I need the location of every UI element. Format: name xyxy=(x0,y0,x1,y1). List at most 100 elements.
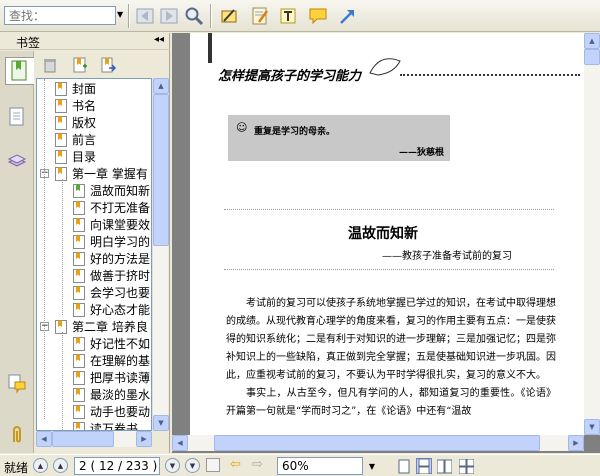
bookmark-label: 前言 xyxy=(72,133,97,147)
bookmark-item[interactable]: 最淡的墨水 xyxy=(73,386,150,403)
scroll-thumb[interactable] xyxy=(214,435,540,451)
expand-bookmark-button[interactable] xyxy=(98,55,118,75)
document-vertical-scrollbar[interactable]: ▲ ▼ xyxy=(584,33,600,435)
scroll-down-button[interactable]: ▼ xyxy=(153,415,169,431)
document-page[interactable]: 怎样提高孩子的学习能力 ☺ 重复是学习的母亲。 ——狄慈根 温故而知新 ——教孩… xyxy=(190,33,584,435)
bookmark-item[interactable]: 做善于挤时 xyxy=(73,267,150,284)
annotate-icon[interactable] xyxy=(249,5,271,27)
bookmark-label: 封面 xyxy=(72,82,97,96)
bookmark-label: 第二章 培养良 xyxy=(72,320,148,334)
single-page-icon xyxy=(398,459,410,473)
text-icon[interactable] xyxy=(277,5,299,27)
bookmark-item[interactable]: 不打无准备 xyxy=(73,199,150,216)
bookmark-item[interactable]: 前言 xyxy=(55,131,96,148)
scroll-down-button[interactable]: ▼ xyxy=(584,419,600,435)
bookmark-item[interactable]: 温故而知新 xyxy=(73,182,150,199)
next-page-button[interactable]: ▼ xyxy=(165,458,180,473)
scroll-up-button[interactable]: ▲ xyxy=(153,78,169,94)
bookmark-item[interactable]: 向课堂要效 xyxy=(73,216,150,233)
scroll-thumb[interactable] xyxy=(584,49,600,65)
bookmark-item[interactable]: 明白学习的 xyxy=(73,233,150,250)
zoom-dropdown-arrow[interactable]: ▼ xyxy=(365,457,379,475)
bookmark-icon xyxy=(73,268,85,283)
bookmark-icon xyxy=(73,404,85,419)
bookmark-label: 动手也要动 xyxy=(90,405,151,419)
bookmark-item[interactable]: 好记性不如 xyxy=(73,335,150,352)
search-zoom-icon[interactable] xyxy=(183,5,205,27)
page-number-field[interactable]: 2 ( 12 / 233 ) xyxy=(74,457,160,475)
first-page-button[interactable]: ▲ xyxy=(33,458,48,473)
bookmark-item[interactable]: 把厚书读薄 xyxy=(73,369,150,386)
section-subtitle: ——教孩子准备考试前的复习 xyxy=(382,251,512,262)
section-title: 温故而知新 xyxy=(348,226,418,242)
quote-author: ——狄慈根 xyxy=(398,148,444,158)
scroll-right-button[interactable]: ▶ xyxy=(136,431,152,447)
bookmark-tools xyxy=(36,53,168,77)
fit-page-icon[interactable] xyxy=(206,458,220,472)
divider xyxy=(224,209,554,210)
running-header: 怎样提高孩子的学习能力 xyxy=(218,69,362,84)
smiley-icon: ☺ xyxy=(236,121,248,134)
tab-attachments[interactable] xyxy=(5,421,29,449)
tree-guide-line xyxy=(62,179,63,315)
prev-page-icon[interactable] xyxy=(134,5,156,27)
bookmark-item[interactable]: 第一章 掌握有 xyxy=(55,165,148,182)
scroll-right-button[interactable]: ▶ xyxy=(568,435,584,451)
document-horizontal-scrollbar[interactable]: ◀ ▶ xyxy=(172,435,584,451)
tab-pages[interactable] xyxy=(5,103,29,131)
scroll-thumb[interactable] xyxy=(52,431,114,447)
bookmark-item[interactable]: 会学习也要 xyxy=(73,284,150,301)
forward-arrow-icon[interactable]: ⇨ xyxy=(252,457,263,472)
back-arrow-icon[interactable]: ⇦ xyxy=(230,457,241,472)
facing-view-button[interactable] xyxy=(436,458,452,474)
bookmark-item[interactable]: 封面 xyxy=(55,80,96,97)
bookmark-tree-horizontal-scrollbar[interactable]: ◀ ▶ xyxy=(36,431,152,447)
scroll-left-button[interactable]: ◀ xyxy=(172,435,188,451)
bookmark-tree-vertical-scrollbar[interactable]: ▲ ▼ xyxy=(152,78,169,431)
bookmark-item[interactable]: 好心态才能 xyxy=(73,301,150,318)
bookmark-label: 读万卷书， xyxy=(90,422,151,431)
bookmark-icon xyxy=(55,98,67,113)
next-page-icon: ▼ xyxy=(169,461,176,470)
header-dotted-rule xyxy=(400,74,580,76)
bookmark-item[interactable]: 目录 xyxy=(55,148,96,165)
bookmark-item[interactable]: 动手也要动 xyxy=(73,403,150,420)
new-bookmark-button[interactable] xyxy=(70,55,90,75)
panel-header: 书签 ◂◂ xyxy=(0,33,170,50)
bookmark-label: 第一章 掌握有 xyxy=(72,167,148,181)
scroll-left-button[interactable]: ◀ xyxy=(36,431,52,447)
continuous-view-button[interactable] xyxy=(416,458,432,474)
last-page-button[interactable]: ▼ xyxy=(185,458,200,473)
tab-bookmarks[interactable] xyxy=(5,57,34,85)
bookmark-icon xyxy=(73,217,85,232)
zoom-field[interactable]: 60% xyxy=(277,457,363,475)
select-text-icon[interactable] xyxy=(218,5,240,27)
search-dropdown-arrow[interactable]: ▼ xyxy=(117,10,123,19)
bookmark-item[interactable]: 第二章 培养良 xyxy=(55,318,148,335)
bookmark-label: 目录 xyxy=(72,150,97,164)
bookmark-item[interactable]: 版权 xyxy=(55,114,96,131)
bookmark-item[interactable]: 书名 xyxy=(55,97,96,114)
bookmark-item[interactable]: 在理解的基 xyxy=(73,352,150,369)
bookmark-label: 不打无准备 xyxy=(90,201,151,215)
comment-icon[interactable] xyxy=(307,5,329,27)
scroll-thumb[interactable] xyxy=(153,94,169,246)
bookmark-label: 好的方法是 xyxy=(90,252,151,266)
collapse-panel-button[interactable]: ◂◂ xyxy=(154,34,164,45)
tab-comments[interactable] xyxy=(5,369,29,397)
bookmark-item[interactable]: 读万卷书， xyxy=(73,420,151,431)
bookmark-item[interactable]: 好的方法是 xyxy=(73,250,150,267)
bookmark-icon xyxy=(73,251,85,266)
bookmark-icon xyxy=(55,115,67,130)
arrow-icon[interactable] xyxy=(337,5,359,27)
next-page-icon[interactable] xyxy=(158,5,180,27)
single-page-view-button[interactable] xyxy=(396,458,412,474)
divider xyxy=(224,269,554,270)
search-input[interactable] xyxy=(4,6,116,25)
delete-bookmark-button[interactable] xyxy=(40,55,60,75)
scroll-up-button[interactable]: ▲ xyxy=(584,33,600,49)
continuous-facing-view-button[interactable] xyxy=(458,458,474,474)
previous-page-button[interactable]: ▲ xyxy=(53,458,68,473)
bookmark-icon xyxy=(73,285,85,300)
tab-layers[interactable] xyxy=(5,147,29,175)
